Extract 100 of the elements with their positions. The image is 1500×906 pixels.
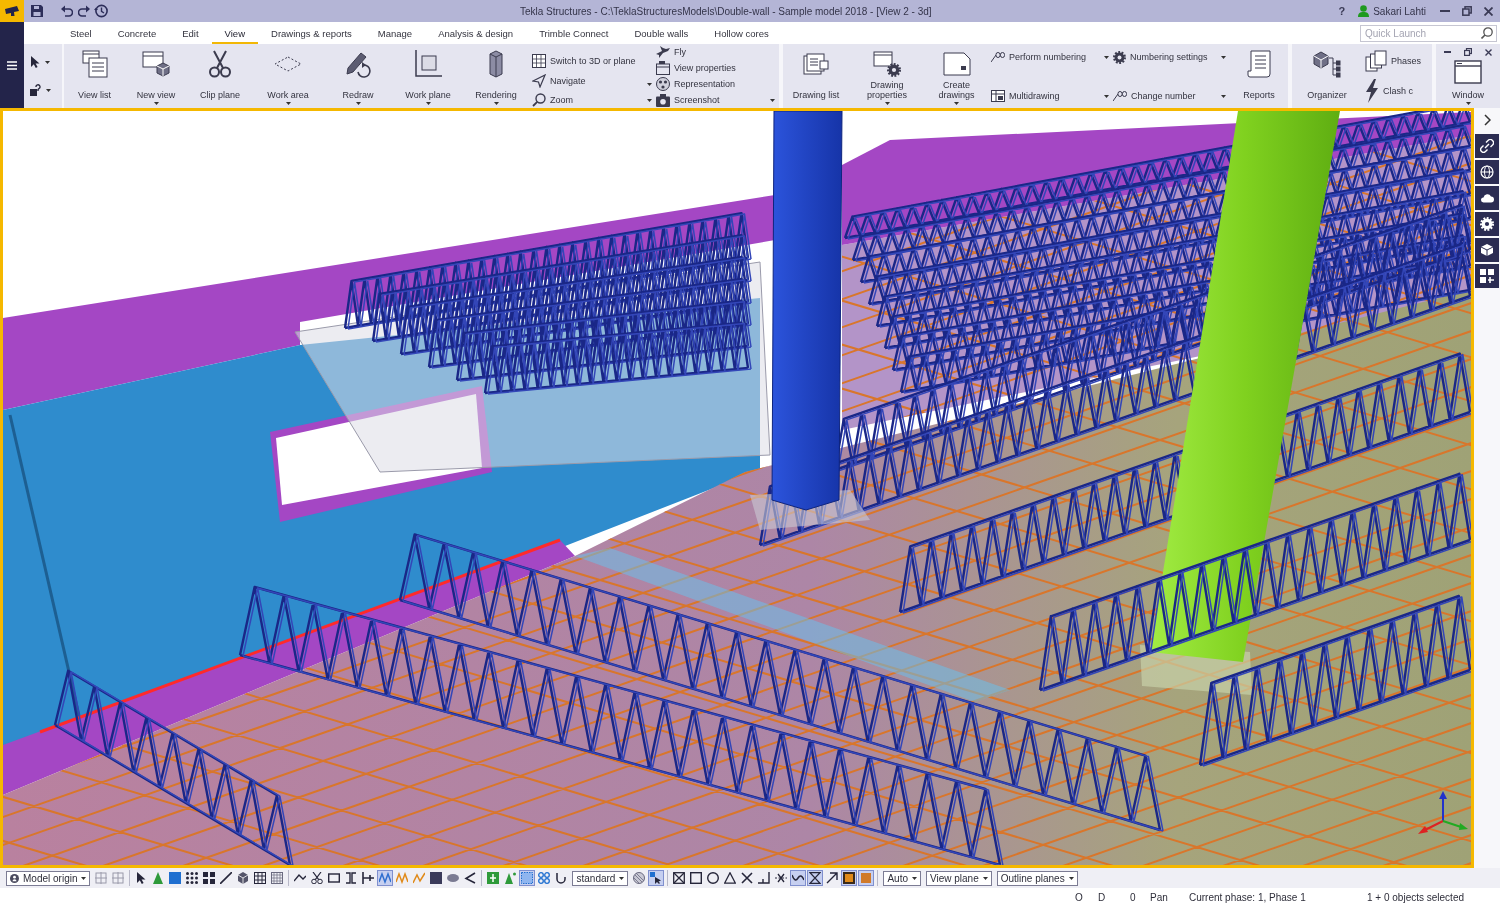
ribbon-tab[interactable]: Drawings & reports [258, 22, 365, 44]
filled-square-icon[interactable] [841, 870, 858, 886]
restore-icon[interactable] [1462, 6, 1472, 16]
cross-icon[interactable] [739, 870, 756, 886]
rings-icon[interactable] [536, 870, 553, 886]
crossed-box-icon[interactable] [671, 870, 688, 886]
corner-icon[interactable] [756, 870, 773, 886]
auto-dropdown[interactable]: Auto [883, 870, 921, 886]
drawing-list-button[interactable]: Drawing list [783, 44, 849, 108]
settings-icon[interactable] [1475, 212, 1499, 236]
new-view-button[interactable]: New view [125, 44, 187, 108]
close-icon[interactable] [1484, 6, 1493, 16]
status-text: O [1075, 891, 1083, 903]
dotted-square-icon[interactable] [519, 870, 536, 886]
undo-icon[interactable] [61, 5, 73, 17]
help-button[interactable]: ? [1335, 5, 1349, 17]
reports-button[interactable]: Reports [1230, 44, 1288, 108]
window-button[interactable]: Window [1438, 56, 1498, 108]
close-icon[interactable] [1485, 48, 1492, 56]
organizer-button[interactable]: Organizer [1292, 44, 1362, 108]
plane-icon [414, 50, 442, 78]
chevron-right-icon[interactable] [1483, 114, 1491, 126]
diagonal-arrow-icon[interactable] [824, 870, 841, 886]
view-list-button[interactable]: View list [64, 44, 125, 108]
view-plane-dropdown[interactable]: View plane [926, 870, 992, 886]
phases-button[interactable]: Phases [1362, 50, 1432, 72]
ribbon-tab[interactable]: Trimble Connect [526, 22, 622, 44]
dot-grid-icon[interactable] [184, 870, 201, 886]
airplane-icon [656, 45, 670, 59]
work-plane-button[interactable]: Work plane [393, 44, 463, 108]
ribbon-tab[interactable]: Edit [169, 22, 212, 44]
zoom-button[interactable]: Zoom [529, 93, 647, 107]
redo-icon[interactable] [78, 5, 90, 17]
hourglass-icon[interactable] [807, 870, 824, 886]
link-icon[interactable] [1475, 134, 1499, 158]
rectangle-icon[interactable] [326, 870, 343, 886]
switch-view-button[interactable]: Switch to 3D or plane [529, 54, 647, 68]
scissors-icon[interactable] [309, 870, 326, 886]
view-properties-button[interactable]: View properties [647, 61, 779, 75]
logo-icon [5, 6, 19, 16]
menu-icon[interactable] [7, 61, 17, 70]
change-number-button[interactable]: Change number [1104, 89, 1230, 103]
four-squares-icon[interactable] [201, 870, 218, 886]
triangle-icon[interactable] [722, 870, 739, 886]
perform-numbering-button[interactable]: Perform numbering [988, 50, 1104, 64]
redraw-button[interactable]: Redraw [323, 44, 393, 108]
grid-document-icon [991, 90, 1005, 102]
ribbon-tab[interactable]: View [211, 22, 258, 44]
create-drawings-button[interactable]: Create drawings [925, 44, 988, 108]
grid-plus-icon[interactable] [1475, 264, 1499, 288]
work-area-button[interactable]: Work area [253, 44, 323, 108]
numbering-settings-button[interactable]: Numbering settings [1104, 50, 1230, 64]
ribbon-tab[interactable]: Analysis & design [425, 22, 527, 44]
multidrawing-button[interactable]: Multidrawing [988, 89, 1104, 103]
paper-plane-icon [532, 73, 546, 88]
app-menu-button[interactable] [0, 0, 24, 22]
hatched-circle-icon[interactable] [631, 870, 648, 886]
cone-icon[interactable] [502, 870, 519, 886]
restore-icon[interactable] [1464, 48, 1472, 56]
lightning-icon [1365, 79, 1379, 103]
scissors-icon [209, 50, 231, 78]
list-window-icon [81, 50, 108, 78]
save-icon[interactable] [31, 5, 43, 17]
cursor-icon[interactable] [648, 870, 665, 886]
outline-planes-dropdown[interactable]: Outline planes [996, 870, 1078, 886]
search-icon[interactable] [1481, 26, 1493, 39]
circle-icon[interactable] [705, 870, 722, 886]
ribbon-tab[interactable]: Double walls [621, 22, 702, 44]
drawing-properties-button[interactable]: Drawing properties [849, 44, 925, 108]
cloud-icon[interactable] [1475, 186, 1499, 210]
history-icon[interactable] [94, 4, 108, 18]
clash-check-button[interactable]: Clash c [1362, 79, 1432, 103]
model-origin-dropdown[interactable]: Model origin [6, 870, 91, 886]
cube-icon[interactable] [1475, 238, 1499, 262]
quick-launch-field[interactable]: Quick Launch [1360, 24, 1497, 42]
junction-icon[interactable] [360, 870, 377, 886]
rendering-button[interactable]: Rendering [463, 44, 529, 108]
representation-button[interactable]: Representation [647, 77, 779, 91]
screenshot-button[interactable]: Screenshot [647, 93, 779, 107]
square-icon[interactable] [167, 870, 184, 886]
ribbon-tab[interactable]: Hollow cores [701, 22, 782, 44]
fly-button[interactable]: Fly [647, 45, 779, 59]
ribbon-tab[interactable]: Manage [364, 22, 426, 44]
zigzag-icon[interactable] [377, 870, 394, 886]
display-mode-dropdown[interactable]: standard [572, 870, 629, 886]
ribbon-tab[interactable]: Steel [57, 22, 105, 44]
clip-plane-button[interactable]: Clip plane [187, 44, 253, 108]
square-outline-icon[interactable] [688, 870, 705, 886]
ribbon-tab[interactable]: Concrete [104, 22, 170, 44]
square-hook-icon[interactable] [30, 84, 41, 96]
window-cube-icon [142, 50, 170, 78]
globe-icon[interactable] [1475, 160, 1499, 184]
filled-square-icon[interactable] [428, 870, 445, 886]
plus-square-icon[interactable] [485, 870, 502, 886]
navigate-button[interactable]: Navigate [529, 73, 647, 88]
wave-icon[interactable] [790, 870, 807, 886]
document-list-icon [803, 53, 829, 75]
pointer-icon[interactable] [30, 56, 40, 68]
grid-icon[interactable] [252, 870, 269, 886]
line-icon[interactable] [218, 870, 235, 886]
